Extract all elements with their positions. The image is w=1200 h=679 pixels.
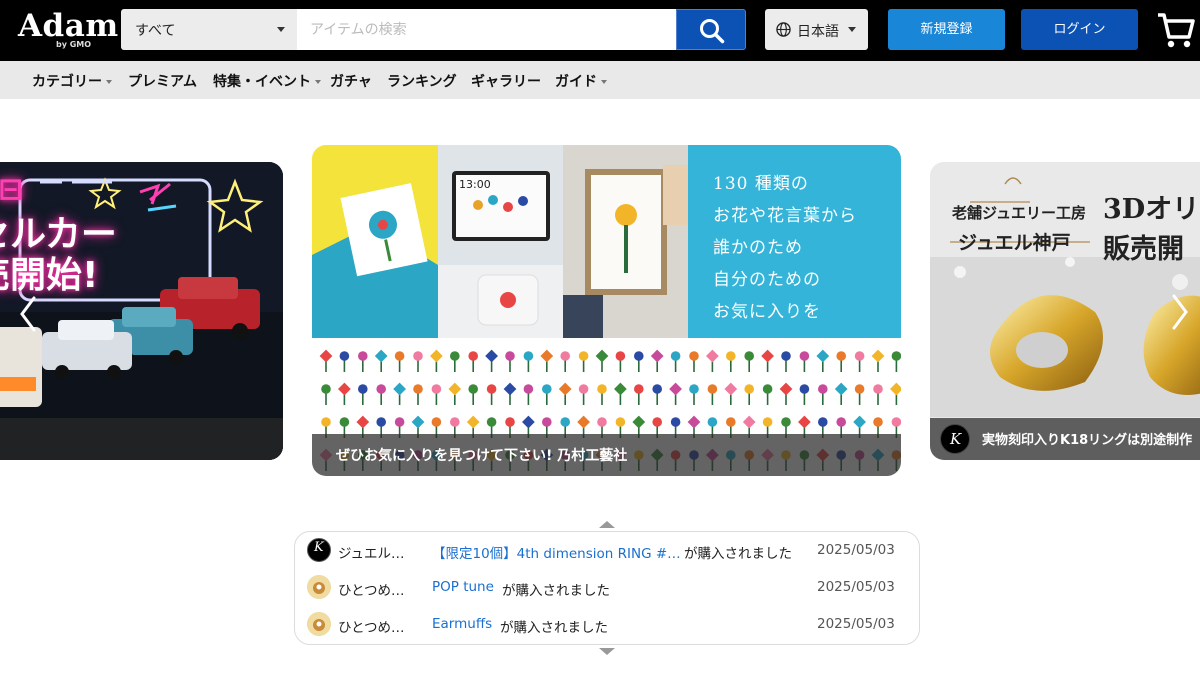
banner-right-headline-1: 3Dオリ — [1103, 194, 1200, 225]
slide-caption: ぜひお気に入りを見つけて下さい! 乃村工藝社 — [312, 434, 901, 476]
tablet-room-photo — [438, 145, 563, 338]
top-header: Adam by GMO すべて 日本語 新規登録 ログイン — [0, 0, 1200, 61]
slide-caption-text: 実物刻印入りK18リングは別途制作 — [982, 433, 1193, 448]
neon-car-icon: ⊟ — [0, 172, 24, 207]
nav-item-guide[interactable]: ガイド — [555, 71, 607, 91]
feed-item-link[interactable]: 【限定10個】4th dimension RING #… — [432, 542, 681, 562]
login-button[interactable]: ログイン — [1021, 9, 1138, 50]
search-icon — [700, 19, 725, 44]
user-avatar[interactable]: K — [307, 538, 331, 562]
chevron-down-icon — [601, 80, 607, 84]
nav-item-label: ランキング — [387, 74, 457, 90]
language-label: 日本語 — [797, 24, 839, 40]
banner-copy-line: 130 種類の — [713, 174, 809, 194]
user-avatar[interactable] — [307, 612, 331, 636]
nav-item-label: 特集・イベント — [213, 74, 311, 90]
search-category-value: すべて — [135, 23, 176, 39]
category-nav: カテゴリー プレミアム 特集・イベント ガチャ ランキング ギャラリー ガイド — [0, 61, 1200, 99]
framed-flower-photo — [563, 145, 688, 338]
tablet-clock: 13:00 — [459, 178, 491, 191]
feed-scroll-down-button[interactable] — [599, 648, 615, 655]
nav-item-label: ギャラリー — [471, 74, 541, 90]
cart-icon[interactable] — [1156, 10, 1196, 50]
nav-item-label: カテゴリー — [32, 74, 102, 90]
feed-item-link[interactable]: POP tune — [432, 579, 494, 595]
carousel-slide-next[interactable]: 老舗ジュエリー工房 ジュエル神戸 3Dオリ 販売開 K 実物刻印入りK18リング… — [930, 162, 1200, 460]
banner-copy-line: 誰かのため — [713, 238, 803, 258]
banner-copy-line: お花や花言葉から — [713, 206, 857, 226]
feed-scroll-up-button[interactable] — [599, 521, 615, 528]
feed-user[interactable]: ひとつめ… — [338, 616, 405, 636]
globe-icon — [776, 22, 791, 37]
slide-caption — [0, 418, 283, 460]
adam-logo[interactable]: Adam by GMO — [18, 8, 118, 49]
chevron-down-icon — [315, 80, 321, 84]
banner-right-headline-2: 販売開 — [1103, 234, 1184, 265]
carousel-next-arrow[interactable] — [1168, 292, 1192, 332]
chevron-down-icon — [277, 27, 285, 32]
shop-avatar: K — [940, 424, 970, 454]
purchase-feed: K ジュエル… 【限定10個】4th dimension RING #… が購入… — [294, 531, 920, 645]
banner-copy-line: 自分のための — [713, 270, 821, 290]
chevron-down-icon — [848, 27, 856, 32]
feed-item-link[interactable]: Earmuffs — [432, 616, 492, 632]
search-input[interactable] — [297, 9, 676, 50]
feed-date: 2025/05/03 — [817, 542, 895, 558]
language-selector[interactable]: 日本語 — [765, 9, 868, 50]
nav-item-label: ガチャ — [330, 74, 372, 90]
nav-item-gallery[interactable]: ギャラリー — [471, 71, 541, 91]
slide-caption-text: ぜひお気に入りを見つけて下さい! 乃村工藝社 — [336, 448, 628, 464]
banner-left-text-2: 売開始! — [0, 255, 99, 296]
banner-copy-line: お気に入りを — [713, 302, 821, 322]
feed-row: K ジュエル… 【限定10個】4th dimension RING #… が購入… — [295, 533, 919, 567]
logo-byline: by GMO — [56, 40, 92, 49]
carousel-slide-active[interactable]: 13:00 130 種類の お花や花言葉から 誰かのため 自分のための お気に入… — [312, 145, 901, 476]
nav-item-label: プレミアム — [128, 74, 198, 90]
nav-item-features-events[interactable]: 特集・イベント — [213, 71, 321, 91]
nav-item-category[interactable]: カテゴリー — [32, 71, 112, 91]
nav-item-label: ガイド — [555, 74, 597, 90]
nav-item-ranking[interactable]: ランキング — [387, 71, 457, 91]
feed-action: が購入されました — [500, 620, 608, 636]
search-button[interactable] — [676, 9, 746, 50]
nav-item-gacha[interactable]: ガチャ — [330, 71, 372, 91]
nav-item-premium[interactable]: プレミアム — [128, 71, 197, 91]
feed-date: 2025/05/03 — [817, 579, 895, 595]
banner-copy-panel: 130 種類の お花や花言葉から 誰かのため 自分のための お気に入りを — [688, 145, 901, 338]
feed-action: が購入されました — [684, 546, 792, 562]
search-category-select[interactable]: すべて — [121, 9, 297, 50]
flower-card-photo — [312, 145, 438, 338]
feed-action: が購入されました — [502, 583, 610, 599]
carousel-prev-arrow[interactable] — [16, 294, 40, 334]
carousel-slide-prev[interactable]: ⊟ セルカー 売開始! — [0, 162, 283, 460]
logo-text: Adam — [18, 8, 119, 44]
feed-row: ひとつめ… Earmuffs が購入されました 2025/05/03 — [295, 607, 919, 641]
banner-right-subtitle: 老舗ジュエリー工房 — [952, 204, 1086, 222]
feed-user[interactable]: ひとつめ… — [338, 579, 405, 599]
user-avatar[interactable] — [307, 575, 331, 599]
feed-user[interactable]: ジュエル… — [338, 542, 405, 562]
banner-right-brand: ジュエル神戸 — [958, 232, 1071, 254]
feed-date: 2025/05/03 — [817, 616, 895, 632]
chevron-down-icon — [106, 80, 112, 84]
slide-caption: K 実物刻印入りK18リングは別途制作 — [930, 418, 1200, 460]
feed-row: ひとつめ… POP tune が購入されました 2025/05/03 — [295, 570, 919, 604]
signup-button[interactable]: 新規登録 — [888, 9, 1005, 50]
